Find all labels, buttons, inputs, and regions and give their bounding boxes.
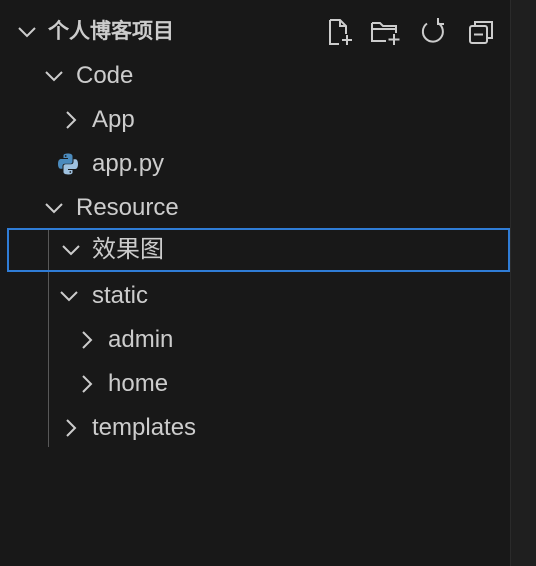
section-title: 个人博客项目 [48, 20, 174, 43]
new-folder-icon [371, 22, 400, 45]
python-file-icon [58, 153, 78, 175]
tree-item-label: Code [76, 62, 134, 89]
tree-item-templates[interactable]: templates [0, 406, 510, 450]
chevron-right-icon [66, 419, 77, 437]
tree-item-admin[interactable]: admin [0, 318, 510, 362]
chevron-down-icon[interactable] [16, 21, 38, 43]
chevron-down-icon [45, 71, 63, 82]
tree-item-home[interactable]: home [0, 362, 510, 406]
explorer-section-header[interactable]: 个人博客项目 [0, 10, 510, 54]
tree-item-app-py[interactable]: app.py [0, 142, 510, 186]
new-file-button[interactable] [323, 16, 355, 48]
refresh-icon [421, 18, 444, 43]
tree-item-label: 效果图 [92, 236, 164, 263]
tree-item-label: home [108, 370, 169, 397]
tree-item-resource[interactable]: Resource [0, 186, 510, 230]
tree-item-label: app.py [92, 150, 165, 177]
tree-item-app[interactable]: App [0, 98, 510, 142]
tree-item-label: templates [92, 414, 197, 441]
chevron-down-icon [62, 245, 80, 256]
tree-item-label: Resource [76, 194, 179, 221]
chevron-right-icon [66, 111, 77, 129]
explorer-panel: 个人博客项目 Code App app.py Resource 效果图 stat… [0, 0, 510, 566]
new-file-icon [329, 19, 352, 45]
tree-item-effect-images[interactable]: 效果图 [7, 228, 510, 272]
chevron-right-icon [82, 331, 93, 349]
tree-item-label: App [92, 106, 135, 133]
tree-item-static[interactable]: static [0, 274, 510, 318]
collapse-all-icon [469, 21, 493, 44]
chevron-down-icon [60, 291, 78, 302]
tree-item-label: static [92, 282, 149, 309]
panel-edge [510, 0, 536, 566]
collapse-all-button[interactable] [465, 16, 497, 48]
refresh-button[interactable] [417, 16, 449, 48]
new-folder-button[interactable] [369, 16, 401, 48]
tree-item-code[interactable]: Code [0, 54, 510, 98]
chevron-down-icon [45, 203, 63, 214]
tree-item-label: admin [108, 326, 174, 353]
chevron-right-icon [82, 375, 93, 393]
